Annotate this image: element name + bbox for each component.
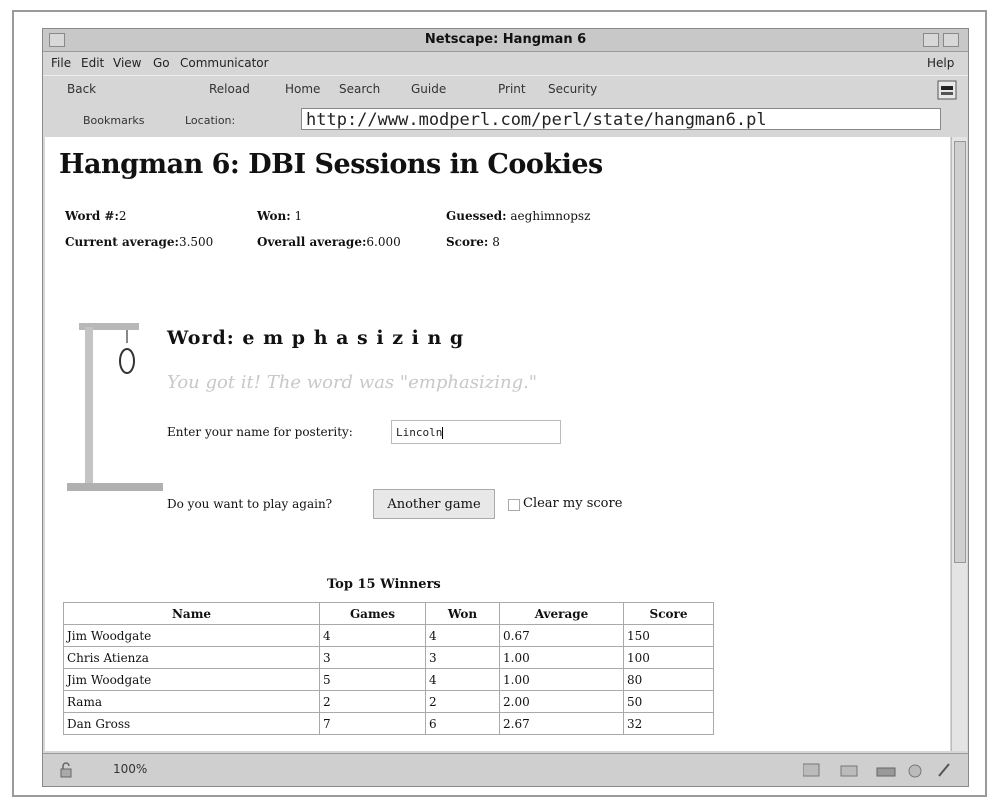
guessed-stat: Guessed: aeghimnopsz bbox=[446, 209, 590, 223]
winner-name: Jim Woodgate bbox=[63, 668, 320, 691]
zoom-level: 100% bbox=[113, 762, 148, 776]
current-average-label: Current average: bbox=[65, 235, 179, 249]
menu-bar: File Edit View Go Communicator Help bbox=[43, 52, 968, 74]
clear-score-label: Clear my score bbox=[523, 496, 623, 511]
browser-window: Netscape: Hangman 6 File Edit View Go Co… bbox=[42, 28, 969, 787]
winner-score: 50 bbox=[623, 690, 714, 713]
back-button[interactable]: Back bbox=[67, 82, 96, 96]
word-number-value: 2 bbox=[118, 209, 127, 223]
title-bar[interactable]: Netscape: Hangman 6 bbox=[43, 29, 968, 52]
navigation-toolbar: Back Reload Home Search Guide Print Secu… bbox=[43, 75, 968, 104]
winners-title: Top 15 Winners bbox=[327, 577, 441, 592]
winner-name: Dan Gross bbox=[63, 712, 320, 735]
winner-games: 4 bbox=[319, 624, 426, 647]
hangman-gallows-icon bbox=[67, 323, 163, 491]
name-input-value: Lincoln bbox=[396, 426, 443, 439]
word-display: Word: e m p h a s i z i n g bbox=[167, 327, 465, 349]
menu-help[interactable]: Help bbox=[927, 56, 954, 70]
table-header-row: Name Games Won Average Score bbox=[63, 602, 714, 625]
maximize-button[interactable] bbox=[943, 33, 959, 47]
guessed-value: aeghimnopsz bbox=[510, 209, 591, 223]
current-average-stat: Current average:3.500 bbox=[65, 235, 213, 249]
another-game-button[interactable]: Another game bbox=[373, 489, 495, 519]
reload-button[interactable]: Reload bbox=[209, 82, 250, 96]
vertical-scrollbar[interactable] bbox=[951, 137, 967, 751]
column-header-score: Score bbox=[623, 602, 714, 625]
winner-average: 2.00 bbox=[499, 690, 624, 713]
current-average-value: 3.500 bbox=[178, 235, 214, 249]
security-lock-icon[interactable] bbox=[59, 762, 73, 778]
score-value: 8 bbox=[492, 235, 500, 249]
column-header-games: Games bbox=[319, 602, 426, 625]
winner-name: Jim Woodgate bbox=[63, 624, 320, 647]
column-header-won: Won bbox=[425, 602, 500, 625]
table-row: Dan Gross 7 6 2.67 32 bbox=[63, 712, 714, 735]
location-label: Location: bbox=[185, 114, 236, 127]
table-row: Jim Woodgate 5 4 1.00 80 bbox=[63, 668, 714, 691]
word-number-label: Word #: bbox=[65, 209, 119, 223]
winner-score: 80 bbox=[623, 668, 714, 691]
window-title: Netscape: Hangman 6 bbox=[424, 32, 587, 47]
play-again-label: Do you want to play again? bbox=[167, 497, 333, 511]
winner-won: 4 bbox=[425, 668, 500, 691]
posterity-label: Enter your name for posterity: bbox=[167, 425, 353, 439]
page-title: Hangman 6: DBI Sessions in Cookies bbox=[59, 149, 603, 180]
menu-view[interactable]: View bbox=[113, 56, 141, 70]
winner-won: 4 bbox=[425, 624, 500, 647]
word-number-stat: Word #:2 bbox=[65, 209, 127, 223]
winner-name: Chris Atienza bbox=[63, 646, 320, 669]
clear-score-checkbox[interactable] bbox=[508, 499, 520, 511]
won-stat: Won: 1 bbox=[257, 209, 302, 223]
winner-score: 100 bbox=[623, 646, 714, 669]
winner-average: 2.67 bbox=[499, 712, 624, 735]
winner-games: 5 bbox=[319, 668, 426, 691]
table-row: Rama 2 2 2.00 50 bbox=[63, 690, 714, 713]
location-bar: Bookmarks Location: http://www.modperl.c… bbox=[43, 105, 968, 135]
winner-score: 150 bbox=[623, 624, 714, 647]
guessed-label: Guessed: bbox=[446, 209, 507, 223]
winner-average: 1.00 bbox=[499, 646, 624, 669]
won-label: Won: bbox=[257, 209, 291, 223]
menu-edit[interactable]: Edit bbox=[81, 56, 104, 70]
winner-score: 32 bbox=[623, 712, 714, 735]
name-input[interactable]: Lincoln bbox=[391, 420, 561, 444]
winners-table: Name Games Won Average Score Jim Woodgat… bbox=[63, 602, 714, 735]
winner-won: 3 bbox=[425, 646, 500, 669]
url-field[interactable]: http://www.modperl.com/perl/state/hangma… bbox=[301, 108, 941, 130]
winner-won: 2 bbox=[425, 690, 500, 713]
winner-games: 7 bbox=[319, 712, 426, 735]
status-bar: 100% bbox=[43, 753, 968, 786]
score-label: Score: bbox=[446, 235, 489, 249]
table-row: Jim Woodgate 4 4 0.67 150 bbox=[63, 624, 714, 647]
minimize-button[interactable] bbox=[923, 33, 939, 47]
overall-average-label: Overall average: bbox=[257, 235, 367, 249]
menu-go[interactable]: Go bbox=[153, 56, 170, 70]
bookmarks-button[interactable]: Bookmarks bbox=[83, 114, 144, 127]
column-header-average: Average bbox=[499, 602, 624, 625]
menu-file[interactable]: File bbox=[51, 56, 71, 70]
winner-average: 1.00 bbox=[499, 668, 624, 691]
guide-button[interactable]: Guide bbox=[411, 82, 446, 96]
menu-communicator[interactable]: Communicator bbox=[180, 56, 269, 70]
winner-games: 3 bbox=[319, 646, 426, 669]
won-value: 1 bbox=[294, 209, 303, 223]
scrollbar-thumb[interactable] bbox=[954, 141, 966, 563]
home-button[interactable]: Home bbox=[285, 82, 320, 96]
win-message: You got it! The word was "emphasizing." bbox=[167, 372, 538, 393]
winner-name: Rama bbox=[63, 690, 320, 713]
score-stat: Score: 8 bbox=[446, 235, 500, 249]
search-button[interactable]: Search bbox=[339, 82, 380, 96]
winner-games: 2 bbox=[319, 690, 426, 713]
security-button[interactable]: Security bbox=[548, 82, 597, 96]
winner-average: 0.67 bbox=[499, 624, 624, 647]
table-row: Chris Atienza 3 3 1.00 100 bbox=[63, 646, 714, 669]
netscape-n-icon[interactable] bbox=[937, 80, 957, 100]
overall-average-stat: Overall average:6.000 bbox=[257, 235, 401, 249]
page-content: Hangman 6: DBI Sessions in Cookies Word … bbox=[45, 137, 950, 751]
print-button[interactable]: Print bbox=[498, 82, 526, 96]
winner-won: 6 bbox=[425, 712, 500, 735]
column-header-name: Name bbox=[63, 602, 320, 625]
component-bar-icons[interactable] bbox=[803, 762, 953, 778]
overall-average-value: 6.000 bbox=[366, 235, 401, 249]
